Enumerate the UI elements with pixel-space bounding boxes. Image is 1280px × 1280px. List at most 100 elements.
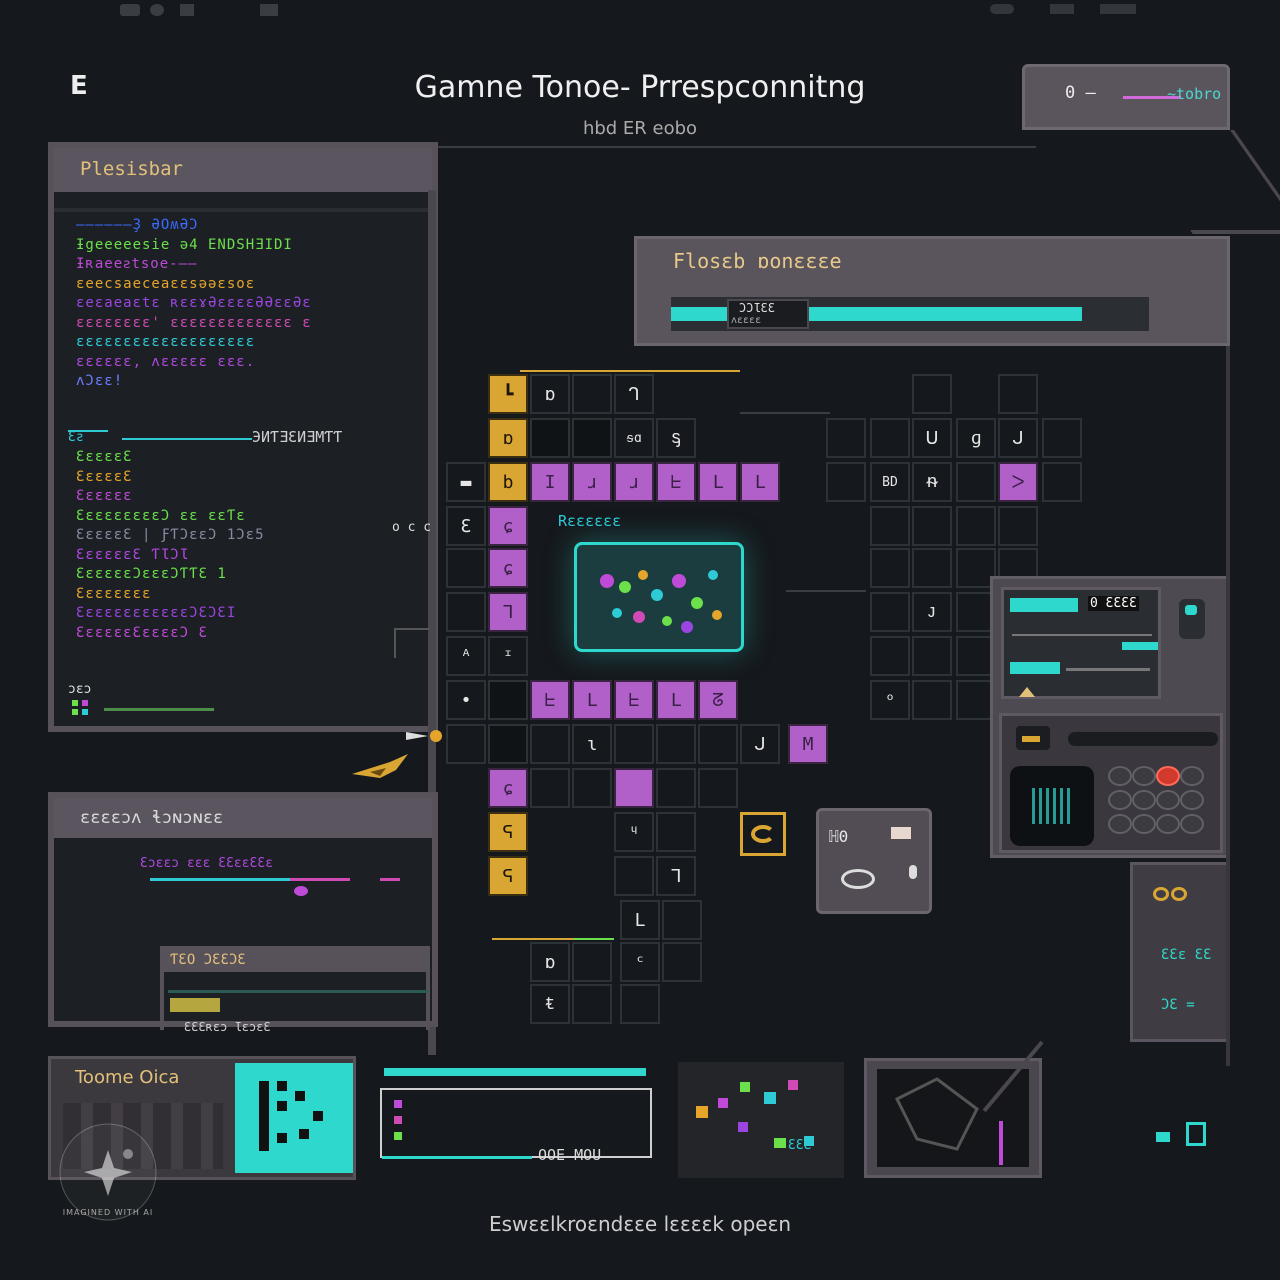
- grid-cell[interactable]: L: [620, 900, 660, 940]
- grid-cell[interactable]: [998, 374, 1038, 414]
- grid-cell[interactable]: ᒉ: [614, 374, 654, 414]
- grid-cell[interactable]: ɕ: [488, 548, 528, 588]
- grid-cell[interactable]: ᴊ: [912, 592, 952, 632]
- grid-cell[interactable]: ᐳ: [998, 462, 1038, 502]
- grid-cell[interactable]: ᶣ: [614, 812, 654, 852]
- grid-cell[interactable]: [912, 636, 952, 676]
- grid-cell[interactable]: ᒍ: [740, 724, 780, 764]
- grid-cell[interactable]: [614, 768, 654, 808]
- grid-cell[interactable]: [912, 374, 952, 414]
- grid-cell[interactable]: ɒ: [530, 374, 570, 414]
- code-line: ƐɛɛɛɛƐ: [76, 468, 133, 485]
- grid-cell[interactable]: [870, 592, 910, 632]
- grid-cell[interactable]: [656, 724, 696, 764]
- grid-cell[interactable]: ᶜ: [620, 942, 660, 982]
- grid-cell[interactable]: [956, 506, 996, 546]
- grid-cell[interactable]: ᶊ: [656, 418, 696, 458]
- grid-cell[interactable]: ᒣ: [488, 592, 528, 632]
- grid-cell[interactable]: ɡ: [956, 418, 996, 458]
- grid-cell[interactable]: M: [788, 724, 828, 764]
- grid-cell[interactable]: [530, 768, 570, 808]
- grid-cell[interactable]: [620, 984, 660, 1024]
- grid-cell[interactable]: ᒪ: [740, 462, 780, 502]
- eject-icon[interactable]: [1019, 687, 1035, 697]
- bottom-card-2[interactable]: OOE MOU: [380, 1066, 656, 1166]
- grid-cell[interactable]: [572, 942, 612, 982]
- grid-cell[interactable]: ᒪ: [698, 462, 738, 502]
- grid-cell[interactable]: [826, 462, 866, 502]
- grid-cell[interactable]: [530, 724, 570, 764]
- grid-cell[interactable]: [1042, 462, 1082, 502]
- center-display[interactable]: [574, 542, 744, 652]
- grid-cell[interactable]: [912, 506, 952, 546]
- grid-cell[interactable]: [998, 506, 1038, 546]
- grid-cell[interactable]: ɩ: [572, 724, 612, 764]
- grid-cell[interactable]: [656, 768, 696, 808]
- grid-cell[interactable]: ᒪ: [656, 680, 696, 720]
- grid-cell[interactable]: [662, 942, 702, 982]
- grid-cell[interactable]: ᵵ: [530, 984, 570, 1024]
- grid-cell[interactable]: [488, 680, 528, 720]
- grid-cell[interactable]: [572, 768, 612, 808]
- top-right-widget[interactable]: 0 — ~tobro: [1022, 64, 1230, 130]
- grid-cell[interactable]: [662, 900, 702, 940]
- refresh-button-icon[interactable]: [740, 812, 786, 856]
- grid-cell[interactable]: ᵰ: [912, 462, 952, 502]
- grid-cell[interactable]: ᖶ: [656, 462, 696, 502]
- grid-cell[interactable]: ᴬ: [446, 636, 486, 676]
- grid-cell[interactable]: ɹ: [572, 462, 612, 502]
- grid-cell[interactable]: ᕋ: [488, 812, 528, 852]
- grid-cell[interactable]: [572, 418, 612, 458]
- grid-cell[interactable]: ᒍ: [998, 418, 1038, 458]
- connector-line: [520, 370, 740, 372]
- grid-cell[interactable]: [446, 548, 486, 588]
- grid-cell[interactable]: Ɛ: [446, 506, 486, 546]
- grid-cell[interactable]: ᑌ: [912, 418, 952, 458]
- grid-cell[interactable]: [870, 506, 910, 546]
- grid-cell[interactable]: ᵴɑ: [614, 418, 654, 458]
- grid-cell[interactable]: [572, 374, 612, 414]
- grid-cell[interactable]: [912, 680, 952, 720]
- bottom-card-3[interactable]: ƐƐƐ: [678, 1062, 844, 1178]
- grid-cell[interactable]: [826, 418, 866, 458]
- grid-cell[interactable]: [870, 636, 910, 676]
- grid-cell[interactable]: ɹ: [614, 462, 654, 502]
- grid-cell[interactable]: [446, 724, 486, 764]
- console-knob-icon[interactable]: [1179, 599, 1205, 639]
- grid-cell[interactable]: •: [446, 680, 486, 720]
- grid-cell[interactable]: [446, 592, 486, 632]
- grid-cell[interactable]: [698, 768, 738, 808]
- grid-cell[interactable]: ᘔ: [698, 680, 738, 720]
- grid-cell[interactable]: ┗: [488, 374, 528, 414]
- grid-cell[interactable]: [956, 462, 996, 502]
- grid-cell[interactable]: BD: [870, 462, 910, 502]
- grid-cell[interactable]: [614, 856, 654, 896]
- grid-cell[interactable]: ᒪ: [572, 680, 612, 720]
- grid-cell[interactable]: ɒ: [530, 942, 570, 982]
- grid-cell[interactable]: b: [488, 462, 528, 502]
- grid-cell[interactable]: [488, 724, 528, 764]
- grid-cell[interactable]: [530, 418, 570, 458]
- grid-cell[interactable]: [1042, 418, 1082, 458]
- grid-cell[interactable]: [572, 984, 612, 1024]
- grid-cell[interactable]: ɕ: [488, 768, 528, 808]
- grid-cell[interactable]: ▬: [446, 462, 486, 502]
- grid-cell[interactable]: [656, 812, 696, 852]
- grid-cell[interactable]: [912, 548, 952, 588]
- grid-cell[interactable]: ᒣ: [656, 856, 696, 896]
- robot-device-icon[interactable]: ℍ0: [816, 808, 932, 914]
- grid-cell[interactable]: ᕋ: [488, 856, 528, 896]
- grid-cell[interactable]: ᵒ: [870, 680, 910, 720]
- grid-cell[interactable]: I: [530, 462, 570, 502]
- grid-cell[interactable]: ᖶ: [614, 680, 654, 720]
- grid-cell[interactable]: ᖶ: [530, 680, 570, 720]
- grid-cell[interactable]: [614, 724, 654, 764]
- grid-cell[interactable]: [698, 724, 738, 764]
- divider-line: [436, 146, 1036, 148]
- window-controls-icon[interactable]: [120, 4, 340, 18]
- grid-cell[interactable]: ɒ: [488, 418, 528, 458]
- grid-cell[interactable]: ɕ: [488, 506, 528, 546]
- grid-cell[interactable]: ᶦ: [488, 636, 528, 676]
- grid-cell[interactable]: [870, 418, 910, 458]
- grid-cell[interactable]: [870, 548, 910, 588]
